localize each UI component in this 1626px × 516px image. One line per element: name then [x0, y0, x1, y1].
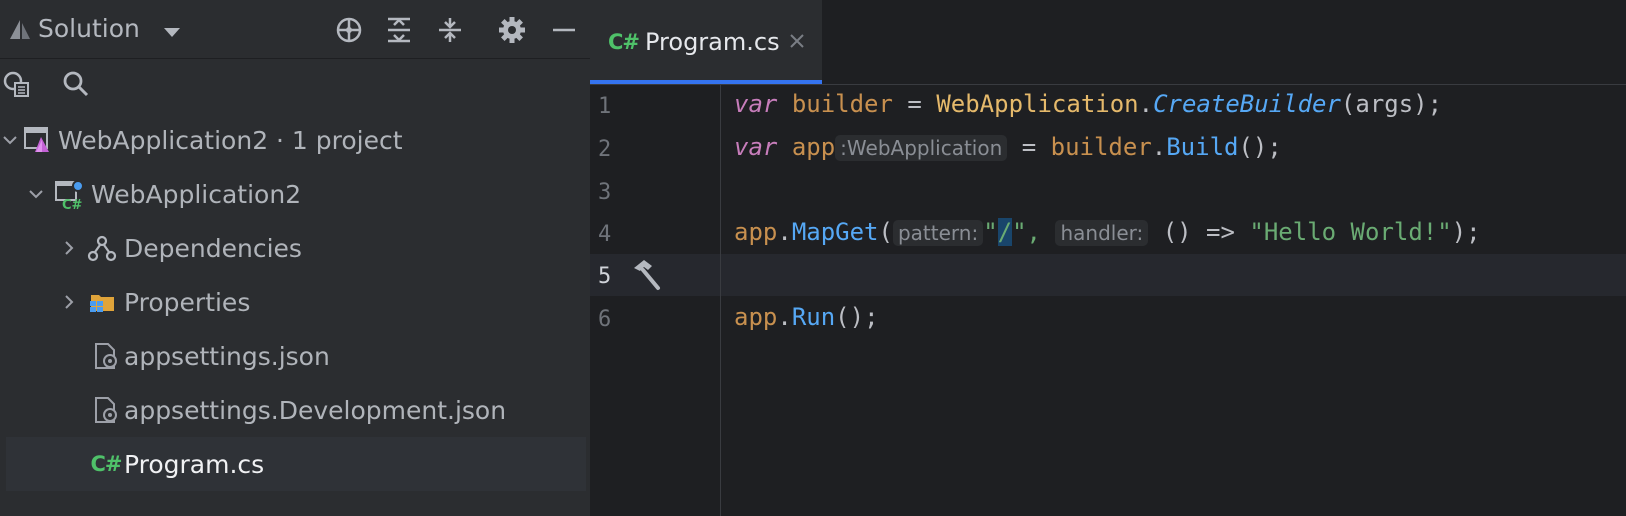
dot: .	[777, 303, 792, 331]
parameter-hint: pattern:	[892, 220, 984, 246]
code-line-2[interactable]: var app:WebApplication = builder.Build()…	[734, 133, 1282, 161]
dot: .	[1151, 133, 1167, 161]
method: MapGet	[791, 218, 879, 246]
solution-logo-icon	[6, 16, 34, 44]
tree-item-label: appsettings.Development.json	[124, 395, 507, 425]
tree-item-appsettings[interactable]: appsettings.json	[6, 329, 586, 383]
solution-subtoolbar	[0, 60, 590, 116]
string: "Hello World!"	[1249, 218, 1452, 246]
code-line-6[interactable]: app.Run();	[734, 303, 879, 331]
tree-item-appsettings-development[interactable]: appsettings.Development.json	[6, 383, 586, 437]
tree-item-label: WebApplication2	[91, 179, 302, 209]
tree-item-properties[interactable]: Properties	[6, 275, 586, 329]
tree-item-dependencies[interactable]: Dependencies	[6, 221, 586, 275]
operator: =	[1007, 133, 1051, 161]
keyword: var	[734, 133, 778, 161]
variable: app	[791, 133, 836, 161]
svg-text:C#: C#	[62, 198, 83, 210]
keyword: var	[734, 90, 778, 118]
paren: (	[878, 218, 893, 246]
csharp-file-icon: C#	[608, 30, 640, 54]
class-name: WebApplication	[936, 90, 1139, 118]
collapse-all-icon[interactable]	[434, 14, 466, 46]
gear-icon[interactable]	[496, 14, 528, 46]
filter-files-icon[interactable]	[0, 68, 32, 100]
expand-all-icon[interactable]	[383, 14, 415, 46]
method: Run	[791, 303, 836, 331]
solution-explorer: Solution WebApplication2 · 1 project C# …	[0, 0, 590, 516]
gutter-separator	[720, 84, 721, 516]
line-number: 3	[598, 180, 612, 205]
tree-item-program-cs[interactable]: C# Program.cs	[6, 437, 586, 491]
code-rest: );	[1451, 218, 1481, 246]
code-rest: ();	[1238, 133, 1282, 161]
solution-toolbar: Solution	[0, 0, 590, 59]
code-line-1[interactable]: var builder = WebApplication.CreateBuild…	[734, 90, 1442, 118]
properties-folder-icon	[86, 286, 118, 318]
json-settings-icon	[90, 340, 122, 372]
csharp-project-icon: C#	[54, 178, 86, 210]
tree-item-label: Dependencies	[124, 233, 302, 263]
variable: builder	[1050, 133, 1152, 161]
minimize-icon[interactable]	[548, 14, 580, 46]
method: Build	[1166, 133, 1239, 161]
chevron-down-icon[interactable]	[158, 18, 186, 46]
solution-icon	[22, 124, 54, 156]
locate-icon[interactable]	[333, 14, 365, 46]
lambda: () =>	[1162, 218, 1250, 246]
tree-item-project[interactable]: C# WebApplication2	[6, 167, 586, 221]
chevron-down-icon[interactable]	[0, 130, 20, 150]
string: "	[983, 218, 998, 246]
chevron-down-icon[interactable]	[26, 184, 46, 204]
code-editor: C# Program.cs 1 2 3 4 5 6 var builder = …	[590, 0, 1626, 516]
line-number: 4	[598, 222, 612, 247]
method: CreateBuilder	[1153, 90, 1341, 118]
close-icon[interactable]	[788, 32, 808, 52]
variable: app	[734, 218, 778, 246]
dependencies-icon	[86, 232, 118, 264]
tab-program-cs[interactable]: C# Program.cs	[590, 0, 822, 84]
line-number: 2	[598, 137, 612, 162]
search-icon[interactable]	[60, 68, 92, 100]
tree-item-label: Properties	[124, 287, 251, 317]
cursor-selection: /	[997, 218, 1013, 246]
dot: .	[1138, 90, 1154, 118]
parameter-hint: handler:	[1055, 220, 1149, 246]
tab-label: Program.cs	[645, 28, 780, 56]
string: ",	[1012, 218, 1042, 246]
line-number: 1	[598, 94, 612, 119]
code-line-4[interactable]: app.MapGet(pattern: "/", handler: () => "…	[734, 218, 1481, 246]
chevron-right-icon[interactable]	[59, 238, 79, 258]
dot: .	[777, 218, 792, 246]
active-tab-indicator	[590, 80, 822, 84]
current-line-highlight	[590, 254, 1626, 296]
tree-item-solution[interactable]: WebApplication2 · 1 project	[3, 113, 586, 167]
json-settings-icon	[90, 394, 122, 426]
chevron-right-icon[interactable]	[59, 292, 79, 312]
solution-title[interactable]: Solution	[38, 14, 140, 43]
code-rest: (args);	[1340, 90, 1443, 118]
tree-item-label: WebApplication2 · 1 project	[58, 125, 403, 155]
operator: =	[892, 90, 937, 118]
code-rest: ();	[835, 303, 879, 331]
type-hint: :WebApplication	[835, 135, 1008, 161]
editor-tab-bar: C# Program.cs	[590, 0, 1626, 85]
hammer-icon[interactable]	[628, 258, 662, 292]
variable: builder	[791, 90, 893, 118]
tree-item-label: Program.cs	[124, 449, 265, 479]
variable: app	[734, 303, 778, 331]
tree-item-label: appsettings.json	[124, 341, 330, 371]
csharp-file-icon: C#	[90, 452, 122, 476]
line-number: 6	[598, 307, 612, 332]
